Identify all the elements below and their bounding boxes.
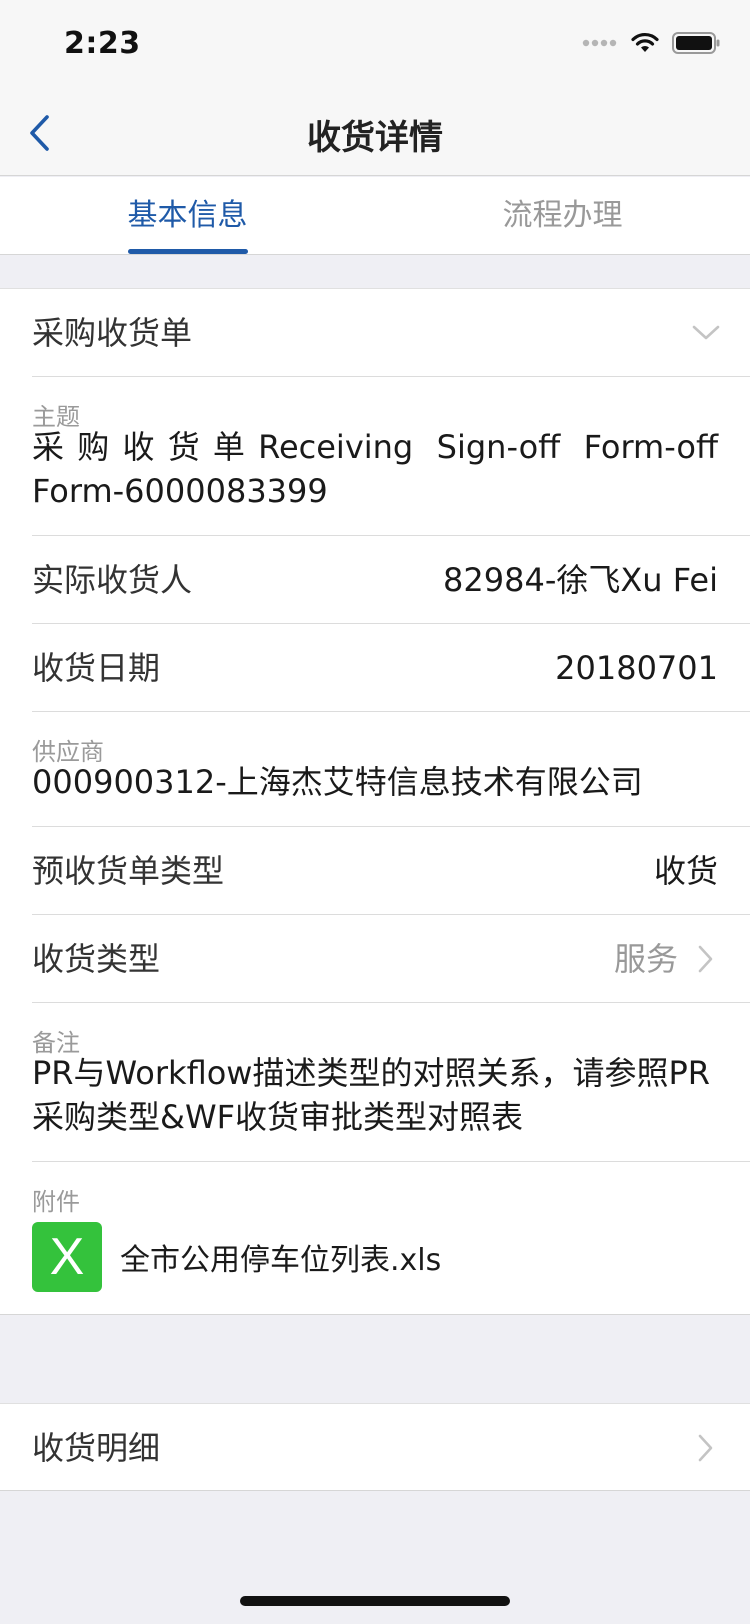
remark-value: PR与Workflow描述类型的对照关系，请参照PR采购类型&WF收货审批类型对… xyxy=(32,1054,711,1136)
chevron-right-icon xyxy=(692,945,720,973)
subject-label: 主题 xyxy=(32,403,80,431)
attachment-label: 附件 xyxy=(32,1188,80,1216)
battery-icon xyxy=(672,32,720,54)
receipt-form-card: 采购收货单 主题 采购收货单Receiving Sign-off Form-of… xyxy=(0,288,750,1315)
receipt-type-value: 服务 xyxy=(613,940,678,978)
tab-process-label: 流程办理 xyxy=(502,198,623,233)
home-indicator[interactable] xyxy=(240,1596,510,1606)
status-bar: 2:23 xyxy=(0,0,750,88)
receiver-field: 实际收货人 82984-徐飞Xu Fei xyxy=(32,536,750,624)
chevron-down-icon xyxy=(692,319,720,347)
navigation-bar: 收货详情 xyxy=(0,88,750,176)
page-title: 收货详情 xyxy=(307,118,443,158)
supplier-field: 供应商 000900312-上海杰艾特信息技术有限公司 xyxy=(32,712,750,827)
pre-receipt-type-value: 收货 xyxy=(653,852,718,890)
attachment-field: 附件 X 全市公用停车位列表.xls xyxy=(32,1162,750,1314)
tab-bar: 基本信息 流程办理 xyxy=(0,177,750,255)
receive-date-value: 20180701 xyxy=(555,649,718,687)
remark-label: 备注 xyxy=(32,1029,80,1057)
subject-value: 采购收货单Receiving Sign-off Form-off Form-60… xyxy=(32,428,718,510)
receipt-details-row[interactable]: 收货明细 xyxy=(0,1403,750,1491)
tab-process[interactable]: 流程办理 xyxy=(375,177,750,254)
screen: 2:23 收货详情 基本信息 流程办理 采购收货单 主题 采购收货单Receiv… xyxy=(0,0,750,1624)
tab-basic-info[interactable]: 基本信息 xyxy=(0,177,375,254)
attachment-file-name: 全市公用停车位列表.xls xyxy=(120,1243,442,1278)
active-tab-indicator xyxy=(127,249,248,254)
subject-field: 主题 采购收货单Receiving Sign-off Form-off Form… xyxy=(32,377,750,536)
excel-file-icon: X xyxy=(32,1222,102,1292)
chevron-right-icon xyxy=(692,1434,720,1462)
section-title: 采购收货单 xyxy=(32,314,193,352)
tab-basic-info-label: 基本信息 xyxy=(127,198,248,233)
signal-dots-icon xyxy=(582,39,617,47)
wifi-icon xyxy=(631,32,659,52)
receiver-label: 实际收货人 xyxy=(32,561,193,599)
pre-receipt-type-label: 预收货单类型 xyxy=(32,852,225,890)
section-header[interactable]: 采购收货单 xyxy=(32,289,750,377)
receipt-type-field[interactable]: 收货类型 服务 xyxy=(32,915,750,1003)
attachment-item[interactable]: X 全市公用停车位列表.xls xyxy=(32,1210,750,1314)
receive-date-label: 收货日期 xyxy=(32,649,161,687)
remark-field: 备注 PR与Workflow描述类型的对照关系，请参照PR采购类型&WF收货审批… xyxy=(32,1003,750,1162)
receive-date-field: 收货日期 20180701 xyxy=(32,624,750,712)
status-icons xyxy=(582,32,720,54)
receipt-details-label: 收货明细 xyxy=(32,1429,161,1467)
status-time: 2:23 xyxy=(64,26,141,61)
receiver-value: 82984-徐飞Xu Fei xyxy=(443,561,718,599)
receipt-details-inner: 收货明细 xyxy=(32,1404,750,1492)
pre-receipt-type-field: 预收货单类型 收货 xyxy=(32,827,750,915)
supplier-value: 000900312-上海杰艾特信息技术有限公司 xyxy=(32,763,643,801)
supplier-label: 供应商 xyxy=(32,738,104,766)
receipt-type-label: 收货类型 xyxy=(32,940,161,978)
